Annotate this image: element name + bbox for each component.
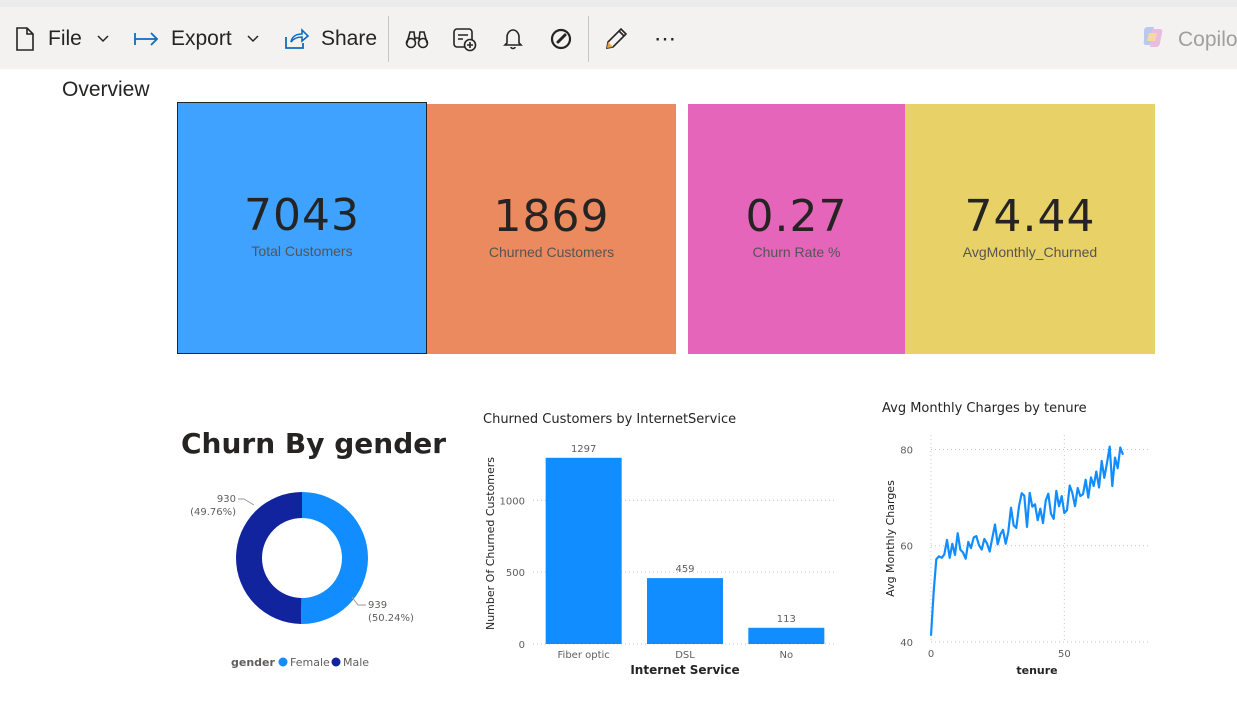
kpi-label: Churned Customers: [488, 243, 615, 260]
page-title: Overview: [62, 78, 150, 101]
data-label-female-percent: (50.24%): [368, 613, 414, 624]
more-options-button[interactable]: ⋯: [654, 17, 677, 61]
x-tick-label: Fiber optic: [558, 650, 610, 661]
x-tick-label: 0: [928, 649, 934, 660]
toolbar-divider: [388, 16, 389, 62]
share-icon: [283, 27, 309, 51]
subscribe-button[interactable]: [452, 17, 478, 61]
kpi-value: 74.44: [964, 190, 1096, 242]
bar-chart[interactable]: 0 500 1000 1297 Fiber optic 459 DSL 113 No Intern…: [475, 435, 855, 685]
export-menu-button[interactable]: Export: [133, 17, 260, 61]
x-tick-label: 50: [1058, 649, 1071, 660]
line-chart[interactable]: 40 60 80 0 50tenure Avg Monthly Charges: [875, 425, 1160, 685]
y-tick-label: 40: [900, 638, 913, 649]
bar-fiber-optic: [545, 457, 622, 644]
file-icon: [14, 26, 36, 52]
share-button[interactable]: Share: [283, 17, 377, 61]
subscribe-icon: [452, 26, 478, 52]
chevron-down-icon: [246, 34, 260, 44]
kpi-card-avg-monthly-churned[interactable]: 74.44 AvgMonthly_Churned: [905, 104, 1155, 354]
data-label: 1297: [571, 444, 596, 455]
x-tick-label: DSL: [675, 650, 695, 661]
copilot-label: Copilo: [1178, 28, 1237, 51]
data-label-male-percent: (49.76%): [190, 507, 236, 518]
donut-chart[interactable]: 939 (50.24%) 930 (49.76%) gender Female Male: [170, 475, 440, 680]
bar-no: [748, 627, 825, 644]
chart-title: Churned Customers by InternetService: [483, 412, 737, 427]
file-label: File: [48, 27, 82, 50]
chart-title: Churn By gender: [181, 427, 447, 460]
y-axis-title: Avg Monthly Charges: [884, 480, 897, 597]
export-icon: [133, 29, 161, 49]
leader-line: [238, 498, 255, 506]
ribbon-toolbar: File Export Share ⋯ Copilo: [0, 0, 1237, 69]
copilot-icon: [1140, 25, 1166, 55]
data-label-female: 939: [368, 600, 387, 611]
legend-marker-male: [331, 657, 341, 667]
y-tick-label: 0: [519, 640, 525, 651]
kpi-value: 1869: [493, 190, 610, 242]
toolbar-divider: [588, 16, 589, 62]
bar-dsl: [647, 578, 723, 644]
legend-marker-female: [278, 657, 288, 667]
kpi-label: AvgMonthly_Churned: [962, 243, 1098, 260]
pencil-icon: [603, 26, 629, 52]
data-label: 113: [777, 614, 796, 625]
binoculars-icon: [405, 28, 429, 50]
chart-title: Avg Monthly Charges by tenure: [882, 401, 1087, 416]
kpi-value: 7043: [244, 189, 360, 241]
edit-button[interactable]: [603, 17, 629, 61]
share-label: Share: [321, 27, 378, 50]
performance-button[interactable]: [549, 17, 573, 61]
kpi-card-total-customers[interactable]: 7043 Total Customers: [177, 102, 427, 354]
legend-item-male: Male: [343, 656, 369, 669]
chevron-down-icon: [96, 34, 110, 44]
file-menu-button[interactable]: File: [14, 17, 110, 61]
series-line: [929, 445, 1125, 636]
legend-item-female: Female: [290, 656, 330, 669]
donut-slice-male: [236, 492, 302, 624]
gauge-icon: [549, 27, 573, 51]
kpi-card-churned-customers[interactable]: 1869 Churned Customers: [427, 104, 676, 354]
y-axis-title: Number Of Churned Customers: [484, 457, 497, 630]
kpi-card-churn-rate[interactable]: 0.27 Churn Rate %: [688, 104, 905, 354]
kpi-value: 0.27: [745, 190, 848, 242]
kpi-label: Churn Rate %: [752, 243, 841, 260]
legend-title: gender: [231, 656, 276, 669]
x-tick-label: No: [780, 650, 794, 661]
data-label-male: 930: [217, 494, 236, 505]
copilot-button[interactable]: Copilo: [1140, 25, 1237, 55]
binoculars-button[interactable]: [405, 17, 429, 61]
x-axis-title: Internet Service: [630, 663, 739, 677]
x-axis-title: tenure: [1016, 664, 1057, 677]
y-tick-label: 60: [900, 542, 913, 553]
kpi-label: Total Customers: [251, 242, 353, 259]
y-tick-label: 1000: [500, 496, 525, 507]
y-tick-label: 500: [506, 568, 525, 579]
alerts-button[interactable]: [502, 17, 524, 61]
export-label: Export: [171, 27, 232, 50]
bell-icon: [502, 27, 524, 51]
y-tick-label: 80: [900, 445, 913, 456]
data-label: 459: [675, 564, 694, 575]
